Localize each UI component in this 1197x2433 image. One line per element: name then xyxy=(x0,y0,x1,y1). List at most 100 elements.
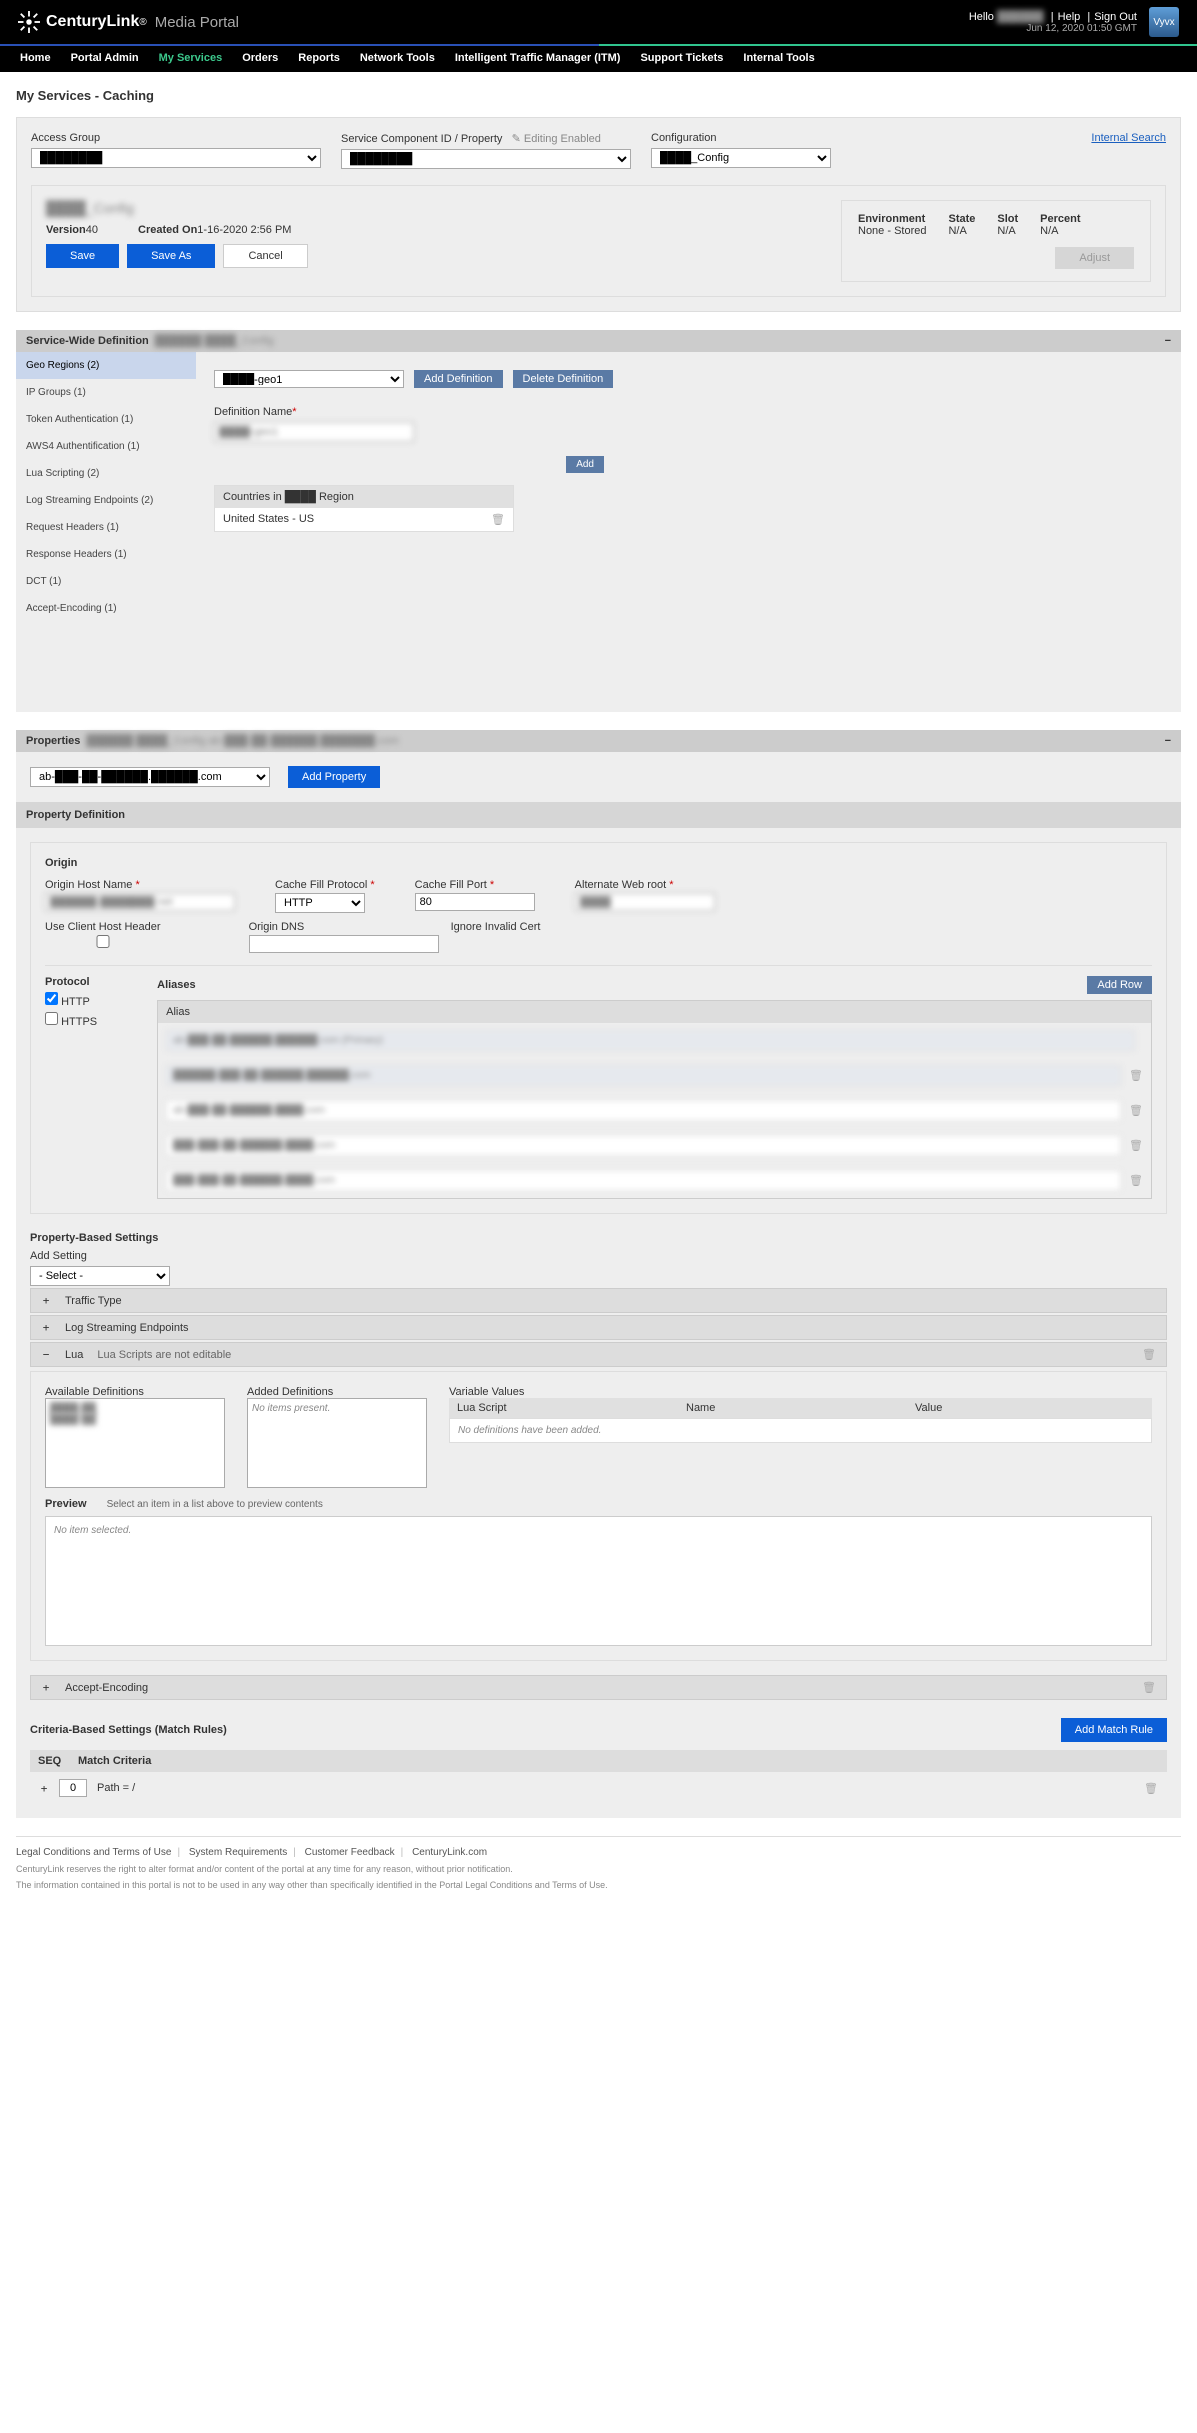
added-definitions-list[interactable]: No items present. xyxy=(247,1398,427,1488)
logo-icon xyxy=(18,11,40,33)
add-property-button[interactable]: Add Property xyxy=(288,766,380,788)
side-tab-resp[interactable]: Response Headers (1) xyxy=(16,541,196,568)
access-group-select[interactable]: ████████ xyxy=(31,148,321,168)
country-row: United States - US xyxy=(223,513,314,526)
acc-lua[interactable]: − Lua Lua Scripts are not editable 🗑 xyxy=(30,1342,1167,1367)
trash-icon[interactable]: 🗑 xyxy=(491,513,505,526)
alt-web-root-input[interactable] xyxy=(575,893,715,911)
available-definitions-list[interactable]: ████-██ ████-██ xyxy=(45,1398,225,1488)
side-tabs: Geo Regions (2) IP Groups (1) Token Auth… xyxy=(16,352,196,712)
side-tab-accenc[interactable]: Accept-Encoding (1) xyxy=(16,595,196,622)
page-title: My Services - Caching xyxy=(16,88,1181,103)
definition-name-input[interactable] xyxy=(214,422,414,442)
acc-log-streaming[interactable]: + Log Streaming Endpoints xyxy=(30,1315,1167,1340)
datestamp: Jun 12, 2020 01:50 GMT xyxy=(969,23,1137,34)
signout-link[interactable]: Sign Out xyxy=(1094,11,1137,23)
collapse-icon[interactable]: − xyxy=(1165,335,1171,347)
nav-reports[interactable]: Reports xyxy=(288,46,350,70)
trash-icon[interactable]: 🗑 xyxy=(1142,1348,1156,1361)
section-service-wide: Service-Wide Definition ██████ ████_Conf… xyxy=(16,330,1181,352)
side-tab-aws4[interactable]: AWS4 Authentification (1) xyxy=(16,433,196,460)
variable-values-body: No definitions have been added. xyxy=(449,1418,1152,1443)
side-tab-req[interactable]: Request Headers (1) xyxy=(16,514,196,541)
origin-host-input[interactable] xyxy=(45,893,235,911)
side-tab-geo[interactable]: Geo Regions (2) xyxy=(16,352,196,379)
save-button[interactable]: Save xyxy=(46,244,119,268)
trash-icon[interactable]: 🗑 xyxy=(1129,1139,1143,1152)
expand-icon[interactable]: + xyxy=(41,1294,51,1307)
nav-support-tickets[interactable]: Support Tickets xyxy=(630,46,733,70)
top-right: Hello ██████ |Help |Sign Out Jun 12, 202… xyxy=(969,7,1179,37)
nav-portal-admin[interactable]: Portal Admin xyxy=(61,46,149,70)
cache-fill-protocol-select[interactable]: HTTP xyxy=(275,893,365,913)
env-box: EnvironmentNone - Stored StateN/A SlotN/… xyxy=(841,200,1151,282)
top-bar: CenturyLink® Media Portal Hello ██████ |… xyxy=(0,0,1197,44)
add-definition-button[interactable]: Add Definition xyxy=(414,370,503,388)
footer-sysreq[interactable]: System Requirements xyxy=(189,1847,287,1858)
side-tab-dct[interactable]: DCT (1) xyxy=(16,568,196,595)
config-label: Configuration xyxy=(651,132,831,144)
footer-feedback[interactable]: Customer Feedback xyxy=(305,1847,395,1858)
trash-icon[interactable]: 🗑 xyxy=(1142,1681,1156,1694)
adjust-button[interactable]: Adjust xyxy=(1055,247,1134,269)
trash-icon[interactable]: 🗑 xyxy=(1129,1069,1143,1082)
access-group-label: Access Group xyxy=(31,132,321,144)
add-match-rule-button[interactable]: Add Match Rule xyxy=(1061,1718,1167,1742)
nav-internal-tools[interactable]: Internal Tools xyxy=(733,46,824,70)
cancel-button[interactable]: Cancel xyxy=(223,244,307,268)
expand-icon[interactable]: + xyxy=(41,1681,51,1694)
nav-itm[interactable]: Intelligent Traffic Manager (ITM) xyxy=(445,46,631,70)
trash-icon[interactable]: 🗑 xyxy=(1129,1104,1143,1117)
acc-accept-encoding[interactable]: + Accept-Encoding 🗑 xyxy=(30,1675,1167,1700)
use-client-host-checkbox[interactable] xyxy=(45,935,161,948)
delete-definition-button[interactable]: Delete Definition xyxy=(513,370,614,388)
brand-name: CenturyLink xyxy=(46,13,139,31)
acc-traffic-type[interactable]: + Traffic Type xyxy=(30,1288,1167,1313)
pbs-title: Property-Based Settings xyxy=(30,1232,1167,1244)
expand-icon[interactable]: + xyxy=(39,1782,49,1795)
property-select[interactable]: ab-███-██-██████.██████.com xyxy=(30,767,270,787)
footer-cl[interactable]: CenturyLink.com xyxy=(412,1847,487,1858)
alias-row: ███-███-██-██████.████.com🗑 xyxy=(158,1128,1151,1163)
side-tab-ip[interactable]: IP Groups (1) xyxy=(16,379,196,406)
scid-select[interactable]: ████████ xyxy=(341,149,631,169)
saveas-button[interactable]: Save As xyxy=(127,244,215,268)
add-row-button[interactable]: Add Row xyxy=(1087,976,1152,994)
nav-orders[interactable]: Orders xyxy=(232,46,288,70)
config-panel: Internal Search Access Group ████████ Se… xyxy=(16,117,1181,312)
nav-my-services[interactable]: My Services xyxy=(149,46,233,70)
config-name: ████_Config xyxy=(46,200,308,216)
definition-select[interactable]: ████-geo1 xyxy=(214,370,404,388)
nav-network-tools[interactable]: Network Tools xyxy=(350,46,445,70)
alias-row: ███-███-██-██████.████.com🗑 xyxy=(158,1163,1151,1198)
cache-fill-port-input[interactable] xyxy=(415,893,535,911)
help-link[interactable]: Help xyxy=(1058,11,1081,23)
nav-home[interactable]: Home xyxy=(10,46,61,70)
alias-row: ab-███-██-██████.██████.com (Primary) xyxy=(158,1023,1151,1058)
account-icon[interactable]: Vyvx xyxy=(1149,7,1179,37)
side-tab-token[interactable]: Token Authentication (1) xyxy=(16,406,196,433)
proto-http-checkbox[interactable] xyxy=(45,992,58,1005)
collapse-icon[interactable]: − xyxy=(41,1348,51,1361)
origin-dns-input[interactable] xyxy=(249,935,439,953)
add-button[interactable]: Add xyxy=(566,456,604,473)
alias-row: ab-███-██-██████.████.com🗑 xyxy=(158,1093,1151,1128)
trash-icon[interactable]: 🗑 xyxy=(1144,1782,1158,1795)
footer-legal[interactable]: Legal Conditions and Terms of Use xyxy=(16,1847,171,1858)
expand-icon[interactable]: + xyxy=(41,1321,51,1334)
preview-box: No item selected. xyxy=(45,1516,1152,1646)
config-select[interactable]: ████_Config xyxy=(651,148,831,168)
seq-input[interactable] xyxy=(59,1779,87,1797)
add-setting-select[interactable]: - Select - xyxy=(30,1266,170,1286)
trash-icon[interactable]: 🗑 xyxy=(1129,1174,1143,1187)
section-properties: Properties ██████ ████_Config ab-███-██-… xyxy=(16,730,1181,752)
origin-title: Origin xyxy=(45,857,1152,869)
property-definition-header: Property Definition xyxy=(16,802,1181,828)
side-tab-log[interactable]: Log Streaming Endpoints (2) xyxy=(16,487,196,514)
cbs-title: Criteria-Based Settings (Match Rules) xyxy=(30,1724,227,1736)
collapse-icon[interactable]: − xyxy=(1165,735,1171,747)
countries-header: Countries in ████ Region xyxy=(215,486,513,508)
internal-search-link[interactable]: Internal Search xyxy=(1091,132,1166,144)
side-tab-lua[interactable]: Lua Scripting (2) xyxy=(16,460,196,487)
proto-https-checkbox[interactable] xyxy=(45,1012,58,1025)
